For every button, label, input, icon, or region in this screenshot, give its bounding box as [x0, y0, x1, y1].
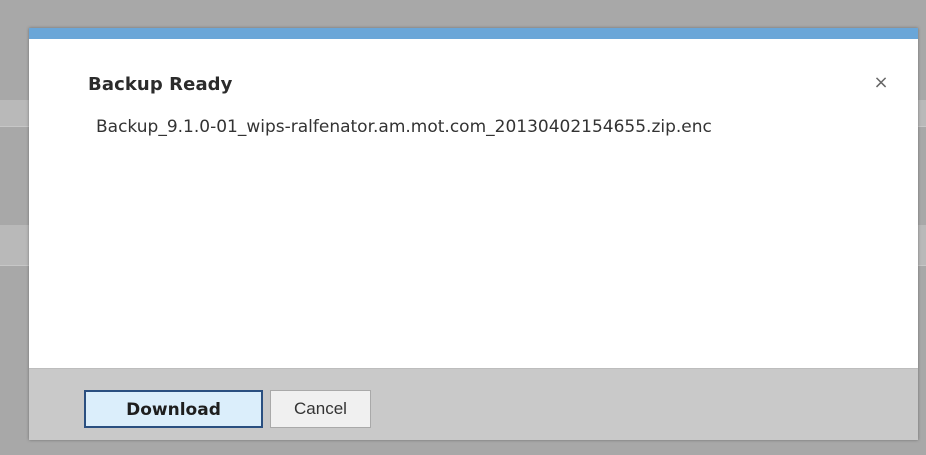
dialog-accent-bar [29, 28, 918, 39]
download-button[interactable]: Download [84, 390, 263, 428]
close-icon[interactable]: × [871, 72, 891, 94]
dialog-title: Backup Ready [88, 74, 233, 95]
cancel-button[interactable]: Cancel [270, 390, 371, 428]
dialog-footer: Download Cancel [29, 368, 918, 440]
backup-ready-dialog: Backup Ready × Backup_9.1.0-01_wips-ralf… [29, 28, 918, 440]
backup-filename: Backup_9.1.0-01_wips-ralfenator.am.mot.c… [96, 117, 712, 137]
